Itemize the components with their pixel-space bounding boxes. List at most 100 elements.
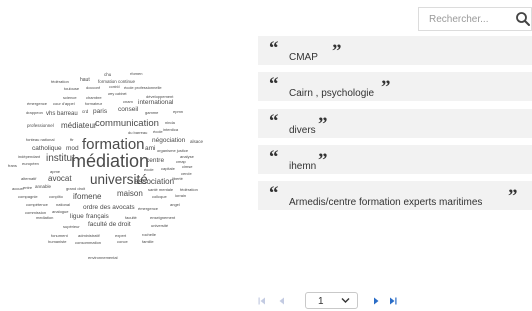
cloud-word[interactable]: contrôl <box>109 85 120 90</box>
cloud-word[interactable]: liberté <box>172 177 183 181</box>
cloud-word[interactable]: paris <box>93 108 107 116</box>
cloud-word[interactable]: négociation <box>152 137 185 145</box>
cloud-word[interactable]: humaniste <box>48 240 66 244</box>
cloud-word[interactable]: docconf <box>86 86 100 90</box>
cloud-word[interactable]: famille <box>142 240 154 244</box>
next-page-icon[interactable] <box>372 297 380 305</box>
cloud-word[interactable]: haut <box>80 78 90 83</box>
list-item[interactable]: “ Cairn , psychologie ” <box>258 72 532 101</box>
cloud-word[interactable]: vhs barreau <box>46 111 78 117</box>
cloud-word[interactable]: ligue <box>70 213 84 221</box>
cloud-word[interactable]: annable <box>35 184 51 190</box>
cloud-word[interactable]: cour d'appel <box>53 102 75 106</box>
cloud-word[interactable]: formation continue <box>98 79 135 85</box>
cloud-word[interactable]: ifomene <box>73 193 101 201</box>
cloud-word[interactable]: drappeon <box>26 111 43 115</box>
cloud-word[interactable]: supérieur <box>63 225 80 229</box>
page-select[interactable]: 1 <box>305 292 358 309</box>
cloud-word[interactable]: conce <box>117 240 128 244</box>
cloud-word[interactable]: faculté <box>125 216 137 220</box>
cloud-word[interactable]: cnam <box>123 100 133 104</box>
cloud-word[interactable]: association <box>134 178 174 186</box>
cloud-word[interactable]: médiateur <box>61 122 97 130</box>
cloud-word[interactable]: ninda <box>165 121 175 125</box>
cloud-word[interactable]: rfomen <box>130 72 142 76</box>
first-page-icon[interactable] <box>258 297 266 305</box>
cloud-word[interactable]: national <box>56 203 70 207</box>
cloud-word[interactable]: gamme <box>145 111 158 115</box>
cloud-word[interactable]: chu <box>104 72 111 78</box>
cloud-word[interactable]: lorrain <box>175 194 186 198</box>
cloud-word[interactable]: européen <box>22 162 39 166</box>
cloud-word[interactable]: toulouse <box>64 87 79 91</box>
search-input[interactable] <box>419 8 513 30</box>
cloud-word[interactable]: fédération <box>180 188 198 192</box>
cloud-word[interactable]: angel <box>170 203 180 207</box>
cloud-word[interactable]: cimse <box>182 165 192 169</box>
cloud-word[interactable]: santé mentale <box>148 188 173 192</box>
cloud-word[interactable]: faculté de droit <box>88 221 131 229</box>
cloud-word[interactable]: du barreau <box>128 131 147 135</box>
search-icon[interactable] <box>515 11 531 27</box>
cloud-word[interactable]: compétence <box>26 203 48 207</box>
cloud-word[interactable]: catholique <box>32 145 62 153</box>
list-item-text: ihemn <box>289 161 317 172</box>
cloud-word[interactable]: analogue <box>52 210 68 214</box>
list-item[interactable]: “ CMAP ” <box>258 36 532 65</box>
cloud-word[interactable]: école <box>153 130 163 134</box>
cloud-word[interactable]: wey cabinet <box>108 92 126 97</box>
cloud-word[interactable]: accuei <box>12 187 24 191</box>
cloud-word[interactable]: fonteau national <box>26 138 54 142</box>
cloud-word[interactable]: collcque <box>152 195 167 199</box>
cloud-word[interactable]: alternatif <box>21 177 36 181</box>
cloud-word[interactable]: international <box>138 99 173 107</box>
cloud-word[interactable]: université <box>151 224 168 228</box>
cloud-word[interactable]: crd <box>82 109 88 115</box>
cloud-word[interactable]: centre <box>146 157 164 165</box>
search-box <box>418 7 532 31</box>
list-item-text: Cairn , psychologie <box>289 88 375 99</box>
cloud-word[interactable]: administratif <box>78 234 100 238</box>
cloud-word[interactable]: capitale <box>161 167 175 171</box>
cloud-word[interactable]: fédération <box>51 80 69 84</box>
cloud-word[interactable]: frans <box>8 164 17 168</box>
close-quote-icon: ” <box>332 41 342 62</box>
cloud-word[interactable]: interdica <box>163 128 178 132</box>
cloud-word[interactable]: consommation <box>75 241 101 245</box>
cloud-word[interactable]: science <box>63 96 77 100</box>
cloud-word[interactable]: maison <box>117 190 143 198</box>
cloud-word[interactable]: professionnel <box>27 123 54 129</box>
cloud-word[interactable]: conseil <box>118 106 138 114</box>
cloud-word[interactable]: fonument <box>51 234 68 238</box>
list-item[interactable]: “ divers ” <box>258 109 532 138</box>
cloud-word[interactable]: école professionnelle <box>124 86 162 90</box>
cloud-word[interactable]: français <box>86 213 109 221</box>
cloud-word[interactable]: rochelle <box>142 233 156 237</box>
cloud-word[interactable]: émergence <box>27 102 47 106</box>
cloud-word[interactable]: médiation <box>71 152 149 170</box>
cloud-word[interactable]: mediation <box>36 216 53 220</box>
cloud-word[interactable]: conplito <box>49 195 63 199</box>
list-item[interactable]: “ Armedis/centre formation experts marit… <box>258 181 532 210</box>
cloud-word[interactable]: enseignement <box>150 216 175 220</box>
cloud-word[interactable]: formateur <box>85 102 102 106</box>
cloud-word[interactable]: organisme justice <box>157 149 188 153</box>
cloud-word[interactable]: chambre <box>86 96 102 100</box>
cloud-word[interactable]: environnemental <box>88 256 118 260</box>
cloud-word[interactable]: grand droit <box>66 187 85 191</box>
last-page-icon[interactable] <box>389 297 397 305</box>
cloud-word[interactable]: émergence <box>138 207 158 211</box>
cloud-word[interactable]: communication <box>95 119 159 129</box>
cloud-word[interactable]: ordre des avocats <box>83 204 135 212</box>
previous-page-icon[interactable] <box>278 297 286 305</box>
cloud-word[interactable]: compagnie <box>18 195 38 199</box>
cloud-word[interactable]: ftr <box>70 138 74 142</box>
list-item[interactable]: “ ihemn ” <box>258 145 532 174</box>
cloud-word[interactable]: alsace <box>190 139 203 145</box>
cloud-word[interactable]: expert <box>115 234 126 238</box>
cloud-word[interactable]: indépendant <box>18 155 40 159</box>
cloud-word[interactable]: avocat <box>48 175 72 183</box>
cloud-word[interactable]: formation <box>82 137 145 152</box>
cloud-word[interactable]: epmn <box>173 110 183 114</box>
cloud-word[interactable]: entre <box>23 186 32 190</box>
